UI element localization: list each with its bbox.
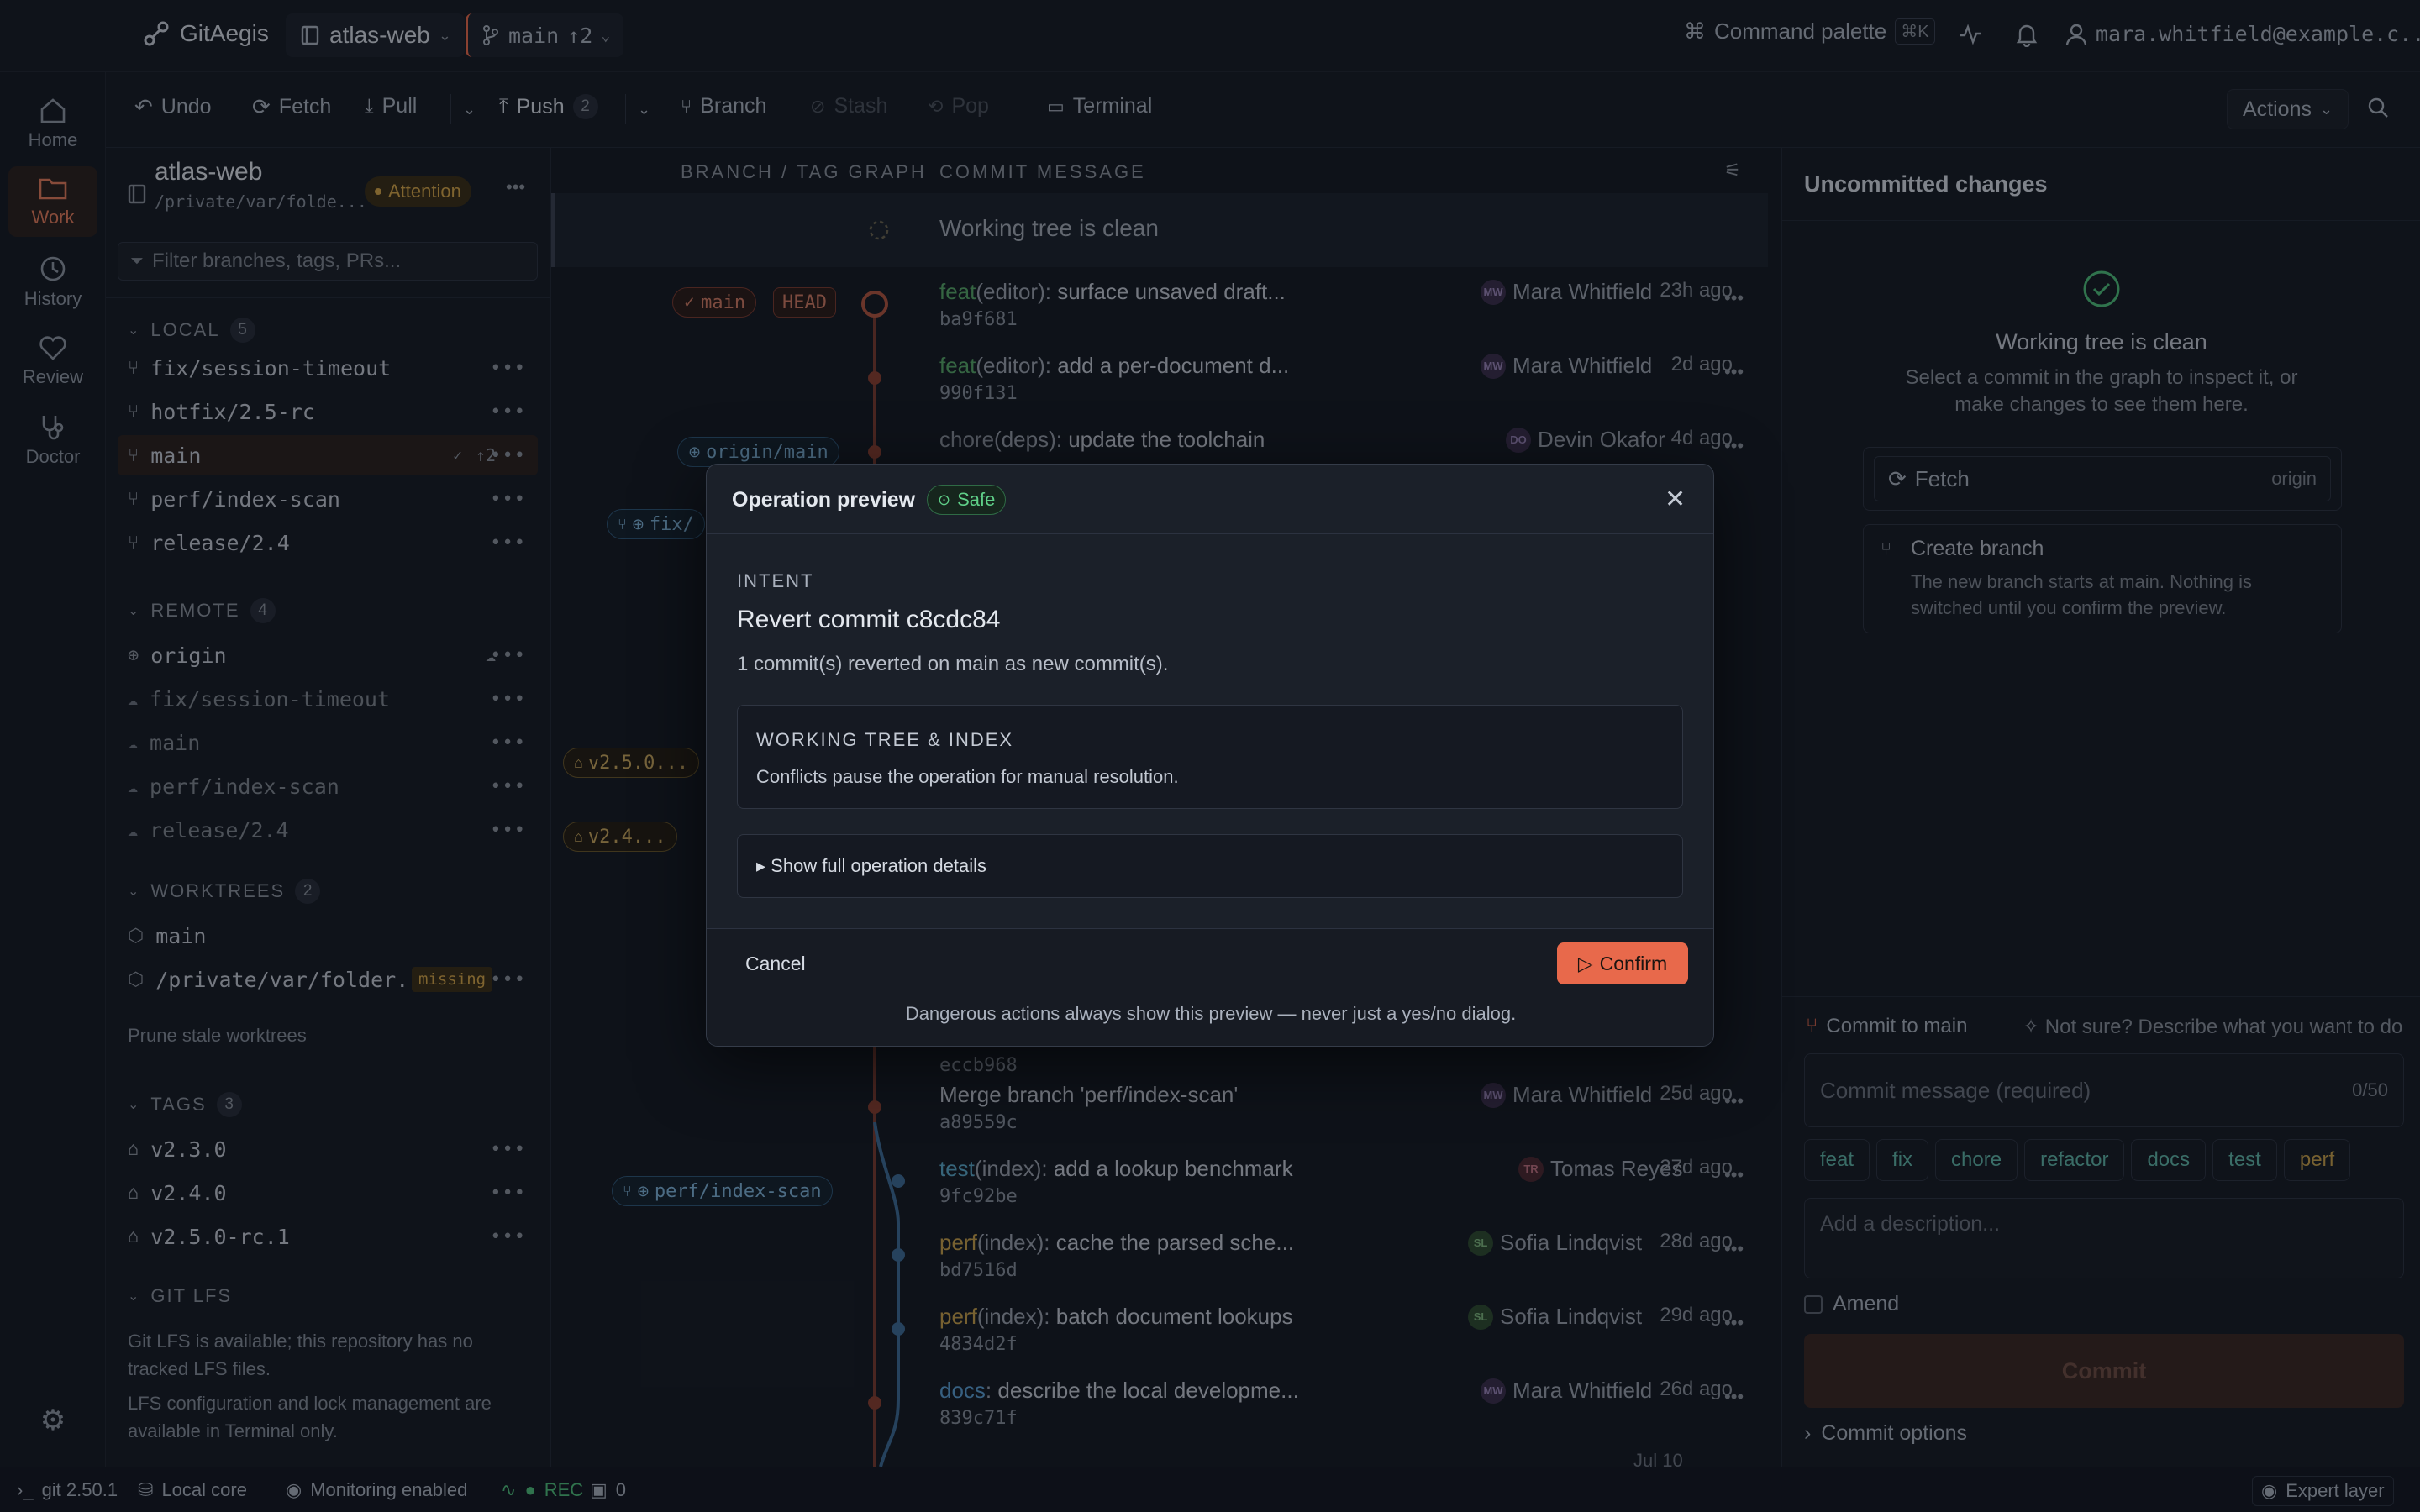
box-text: Conflicts pause the operation for manual… [756,766,1179,787]
intent-heading: Revert commit c8cdc84 [737,606,1001,633]
play-icon: ▷ [1577,952,1593,974]
safe-badge: ⊙ Safe [927,485,1007,515]
confirm-label: Confirm [1599,952,1668,974]
dialog-footnote: Dangerous actions always show this previ… [905,1003,1517,1024]
box-title: WORKING TREE & INDEX [756,729,1014,750]
dialog-footer: Cancel ▷ Confirm Dangerous actions always… [707,928,1713,1046]
intent-description: 1 commit(s) reverted on main as new comm… [737,653,1169,675]
check-circle-icon: ⊙ [938,491,951,508]
operation-preview-dialog: Operation preview ⊙ Safe ✕ INTENT Revert … [706,464,1714,1047]
confirm-button[interactable]: ▷ Confirm [1557,942,1688,984]
intent-label: INTENT [737,570,814,591]
divider [707,533,1713,534]
safe-label: Safe [957,489,996,510]
working-tree-box: WORKING TREE & INDEX Conflicts pause the… [737,705,1683,809]
show-details-toggle[interactable]: ▸ Show full operation details [737,834,1683,898]
close-icon[interactable]: ✕ [1665,485,1686,514]
dialog-title: Operation preview [732,488,916,512]
cancel-button[interactable]: Cancel [745,953,806,975]
